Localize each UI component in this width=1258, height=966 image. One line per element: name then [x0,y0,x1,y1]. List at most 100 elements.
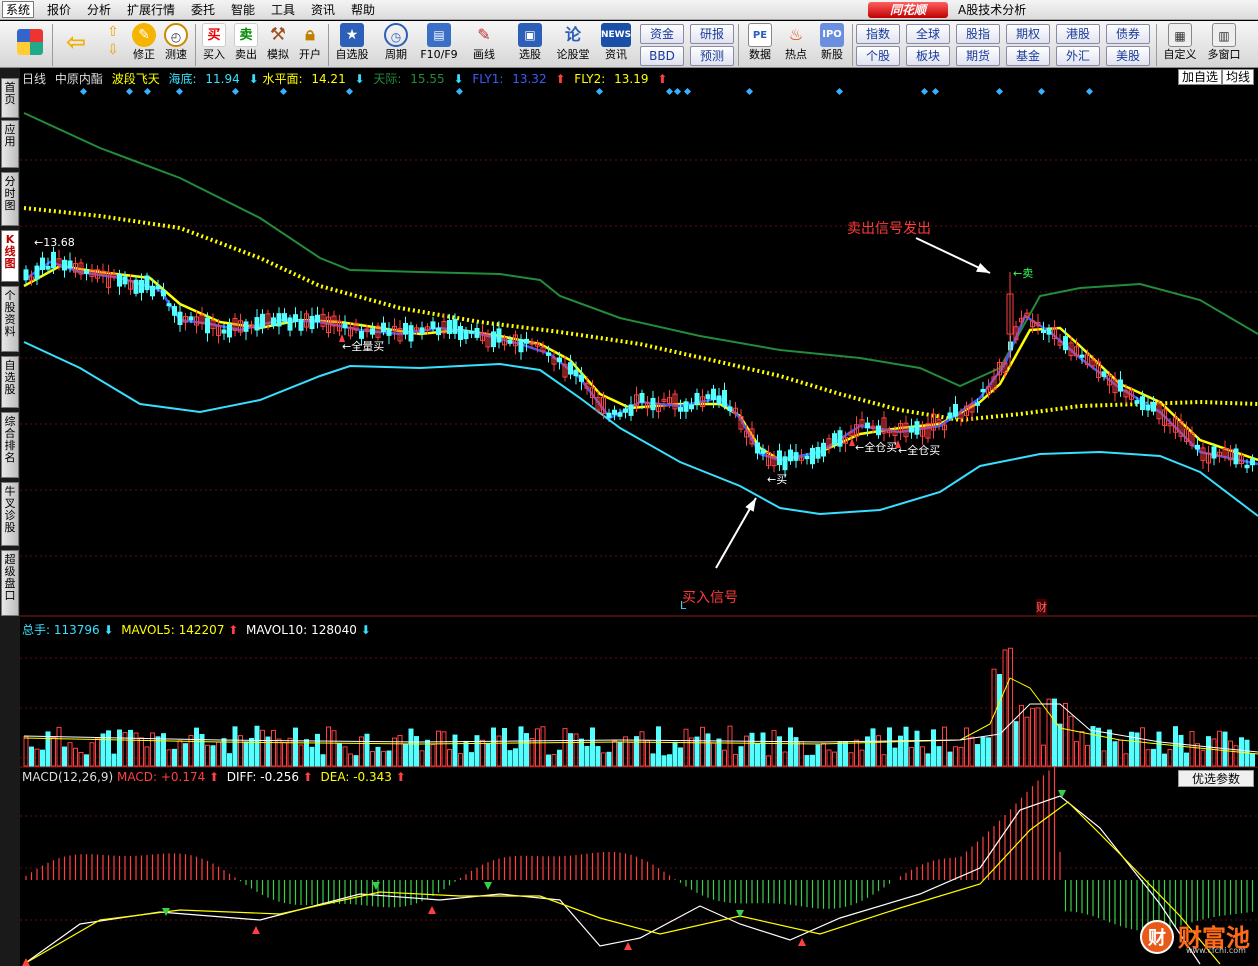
chart-area[interactable]: 日线 中原内酯 波段飞天 海底: 11.94 ⬇ 水平面: 14.21 ⬇ 天际… [20,68,1258,966]
fix-button[interactable]: ✎ 修正 [128,23,160,63]
menu-help[interactable]: 帮助 [348,2,378,19]
draw-button[interactable]: ✎ 画线 [466,23,502,63]
fund-button[interactable]: 基金 [1006,46,1050,66]
menu-smart[interactable]: 智能 [228,2,258,19]
macd-cross-arrow-4 [484,882,492,890]
candle-body-85 [491,331,496,348]
candle-body-42 [254,317,260,331]
top-diamond-12 [745,87,754,96]
tab-stock-profile[interactable]: 个股资料 [1,286,19,352]
menu-trade[interactable]: 委托 [188,2,218,19]
hot-button[interactable]: ♨ 热点 [780,23,812,63]
grid-color-icon [17,29,43,55]
menu-tools[interactable]: 工具 [268,2,298,19]
news-button[interactable]: NEWS 资讯 [598,23,634,63]
fund-flow-button[interactable]: 资金 [640,24,684,44]
watchlist-label: 自选股 [335,48,369,61]
candle-body-82 [474,328,480,338]
candle-body-213 [1195,444,1200,450]
volume-bar-172 [969,736,975,767]
bbd-button[interactable]: BBD [640,46,684,66]
candle-body-153 [865,422,870,429]
screen-icon: ▣ [518,23,542,47]
hk-stock-button[interactable]: 港股 [1056,24,1100,44]
stock-index-button[interactable]: 股指 [956,24,1000,44]
candle-body-77 [447,320,452,334]
updown-button[interactable]: ⇧ ⇩ [100,23,126,59]
global-button[interactable]: 全球 [906,24,950,44]
f10-button[interactable]: ▤ F10/F9 [418,23,460,63]
open-account-label: 开户 [299,48,321,61]
us-stock-button[interactable]: 美股 [1106,46,1150,66]
stock-select-button[interactable]: ▣ 选股 [512,23,548,63]
candle-body-220 [1233,448,1239,465]
candle-body-23 [150,285,155,297]
sell-arrow-head [976,263,990,273]
volume-bar-107 [612,740,617,767]
volume-bar-134 [760,732,766,767]
volume-bar-43 [260,729,265,767]
research-button[interactable]: 研报 [690,24,734,44]
volume-bar-136 [771,730,777,767]
tab-home[interactable]: 首页 [1,78,19,118]
dea-line [23,801,1221,965]
menu-ext-market[interactable]: 扩展行情 [124,2,178,19]
sector-button[interactable]: 板块 [906,46,950,66]
index-button[interactable]: 指数 [856,24,900,44]
indicator-name: 中原内酯 [54,72,103,86]
tab-super-depth[interactable]: 超级盘口 [1,550,19,616]
ma-button[interactable]: 均线 [1222,69,1255,85]
volume-bar-86 [496,735,502,767]
candle-body-75 [436,327,441,336]
volume-bar-115 [656,726,661,767]
period-button[interactable]: ◷ 周期 [378,23,414,63]
forex-button[interactable]: 外汇 [1056,46,1100,66]
candle-body-108 [617,412,623,417]
tab-intraday[interactable]: 分时图 [1,172,19,226]
period-label: 周期 [385,48,407,61]
watchlist-button[interactable]: ★ 自选股 [334,23,370,63]
candle-body-40 [243,321,249,332]
ipo-button[interactable]: IPO 新股 [816,23,848,63]
options-button[interactable]: 期权 [1006,24,1050,44]
volume-bar-5 [51,736,56,767]
futures-button[interactable]: 期货 [956,46,1000,66]
volume-bar-68 [397,735,403,767]
candle-body-80 [463,329,469,340]
menu-system[interactable]: 系统 [2,1,35,18]
menu-news[interactable]: 资讯 [308,2,338,19]
open-account-button[interactable]: 🔒︎ 开户 [294,23,326,63]
fly2-line [23,264,1258,462]
tab-diagnosis[interactable]: 牛叉诊股 [1,482,19,546]
forecast-button[interactable]: 预测 [690,46,734,66]
data-button[interactable]: PE 数据 [744,23,776,63]
optimize-params-button[interactable]: 优选参数 [1178,770,1254,787]
buy-button[interactable]: 买 买入 [198,23,230,63]
top-diamond-4 [231,87,240,96]
candle-body-124 [705,394,711,399]
tab-apps[interactable]: 应用 [1,120,19,168]
back-button[interactable]: ⇦ [58,23,94,55]
kline-chart-canvas[interactable] [20,68,1258,966]
tab-ranking[interactable]: 综合排名 [1,412,19,478]
sell-button[interactable]: 卖 卖出 [230,23,262,63]
simulate-button[interactable]: ⚒ 模拟 [262,23,294,63]
candle-body-107 [612,409,617,415]
single-stock-button[interactable]: 个股 [856,46,900,66]
multiwindow-button[interactable]: ▥ 多窗口 [1204,23,1244,63]
speed-button[interactable]: ◴ 测速 [160,23,192,63]
volume-bar-101 [579,738,584,767]
volume-bar-3 [40,749,45,767]
add-watchlist-button[interactable]: 加自选 [1178,69,1223,85]
forum-button[interactable]: 论 论股堂 [554,23,592,63]
tab-watchlist[interactable]: 自选股 [1,356,19,408]
candle-body-65 [381,322,386,333]
menu-analysis[interactable]: 分析 [84,2,114,19]
volume-bar-175 [986,737,991,767]
menu-quote[interactable]: 报价 [44,2,74,19]
tab-kline[interactable]: K线图 [1,230,19,282]
bond-button[interactable]: 债券 [1106,24,1150,44]
customize-button[interactable]: ▦ 自定义 [1160,23,1200,63]
layout-button[interactable] [10,23,50,55]
volume-bar-111 [634,736,639,767]
